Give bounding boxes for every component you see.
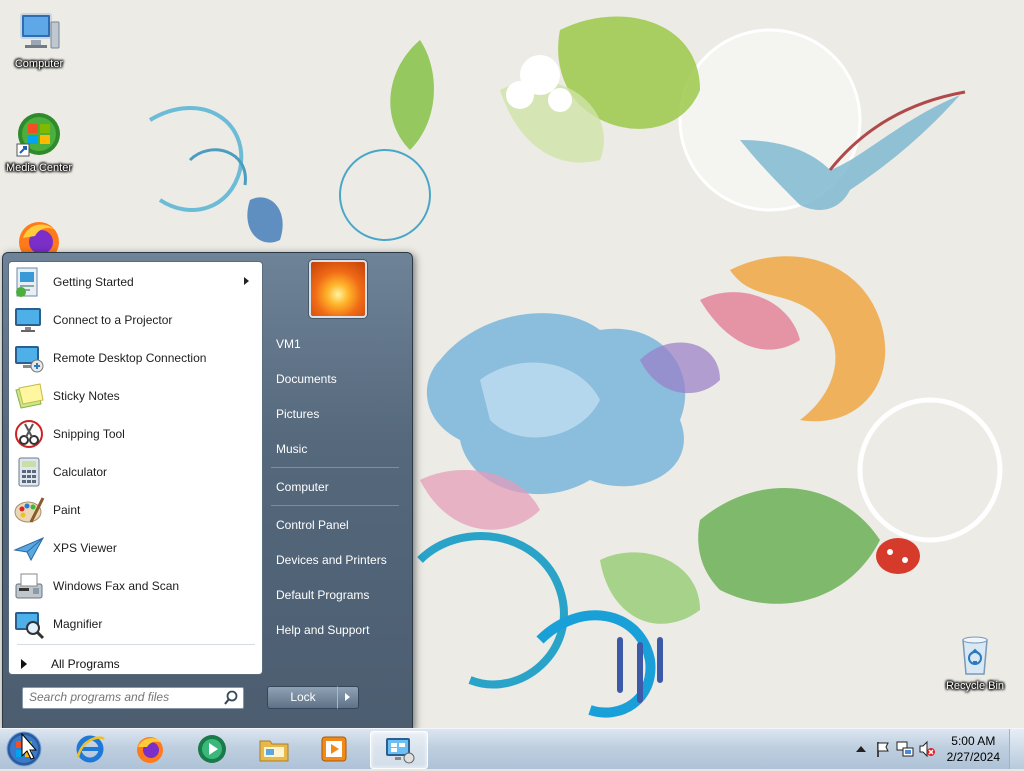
right-item-default-programs[interactable]: Default Programs xyxy=(276,588,369,602)
program-label: Windows Fax and Scan xyxy=(53,579,180,593)
recycle-bin-icon xyxy=(951,630,999,678)
program-sticky-notes[interactable]: Sticky Notes xyxy=(13,378,257,414)
firefox-icon xyxy=(15,216,63,252)
paint-icon xyxy=(13,494,45,526)
program-magnifier[interactable]: Magnifier xyxy=(13,606,257,642)
desktop-icon-firefox[interactable] xyxy=(0,216,78,252)
program-label: Paint xyxy=(53,503,81,517)
chevron-right-icon xyxy=(345,693,350,701)
media-player-icon xyxy=(196,733,228,765)
right-item-user[interactable]: VM1 xyxy=(276,337,301,351)
start-menu-programs-pane: Getting Started Connect to a Projector R… xyxy=(8,261,263,675)
control-panel-icon xyxy=(383,734,415,766)
separator xyxy=(271,505,399,506)
taskbar-control-panel[interactable] xyxy=(370,731,428,769)
separator xyxy=(271,467,399,468)
taskbar-media-player[interactable] xyxy=(184,731,240,767)
shutdown-options-button[interactable] xyxy=(337,686,359,709)
remote-desktop-icon xyxy=(13,342,45,374)
right-item-devices-printers[interactable]: Devices and Printers xyxy=(276,553,387,567)
program-label: Calculator xyxy=(53,465,108,479)
sticky-notes-icon xyxy=(13,380,45,412)
program-connect-projector[interactable]: Connect to a Projector xyxy=(13,302,257,338)
program-label: Magnifier xyxy=(53,617,103,631)
program-paint[interactable]: Paint xyxy=(13,492,257,528)
clock-date: 2/27/2024 xyxy=(946,750,1000,764)
start-button[interactable] xyxy=(4,730,44,768)
taskbar-clock[interactable]: 5:00 AM 2/27/2024 xyxy=(947,733,1000,765)
getting-started-icon xyxy=(13,266,45,298)
snipping-tool-icon xyxy=(13,418,45,450)
network-icon[interactable] xyxy=(896,740,914,758)
program-xps-viewer[interactable]: XPS Viewer xyxy=(13,530,257,566)
program-calculator[interactable]: Calculator xyxy=(13,454,257,490)
desktop-icon-computer[interactable]: Computer xyxy=(0,8,78,70)
program-snipping-tool[interactable]: Snipping Tool xyxy=(13,416,257,452)
all-programs-label: All Programs xyxy=(51,657,120,671)
action-center-flag-icon[interactable] xyxy=(874,740,892,758)
program-label: Connect to a Projector xyxy=(53,313,173,327)
clock-time: 5:00 AM xyxy=(951,734,996,748)
lock-button[interactable]: Lock xyxy=(267,686,339,709)
taskbar-firefox[interactable] xyxy=(122,731,178,767)
desktop-icon-label: Computer xyxy=(14,58,64,70)
program-label: XPS Viewer xyxy=(53,541,117,555)
desktop-icon-recycle-bin[interactable]: Recycle Bin xyxy=(936,630,1014,692)
search-input[interactable] xyxy=(23,688,225,706)
search-box xyxy=(22,687,244,709)
projector-icon xyxy=(13,304,45,336)
program-remote-desktop[interactable]: Remote Desktop Connection xyxy=(13,340,257,376)
separator xyxy=(17,644,255,645)
media-center-icon xyxy=(15,112,63,160)
desktop-icon-label: Recycle Bin xyxy=(945,680,1005,692)
magnifier-icon xyxy=(13,608,45,640)
program-label: Sticky Notes xyxy=(53,389,120,403)
computer-icon xyxy=(15,8,63,56)
volume-muted-icon[interactable] xyxy=(918,740,936,758)
right-item-documents[interactable]: Documents xyxy=(276,372,337,386)
show-hidden-icons-icon[interactable] xyxy=(852,740,870,758)
start-menu: Getting Started Connect to a Projector R… xyxy=(2,252,413,730)
right-item-pictures[interactable]: Pictures xyxy=(276,407,319,421)
submenu-arrow-icon xyxy=(244,277,249,285)
system-tray: 5:00 AM 2/27/2024 xyxy=(834,729,1024,769)
taskbar-internet-explorer[interactable] xyxy=(62,731,118,767)
windows-logo-icon xyxy=(6,731,42,767)
user-avatar[interactable] xyxy=(309,260,367,318)
fax-scan-icon xyxy=(13,570,45,602)
right-item-computer[interactable]: Computer xyxy=(276,480,329,494)
show-desktop-button[interactable] xyxy=(1009,729,1024,769)
file-explorer-icon xyxy=(258,733,290,765)
xps-viewer-icon xyxy=(13,532,45,564)
taskbar-video-player[interactable] xyxy=(306,731,362,767)
program-getting-started[interactable]: Getting Started xyxy=(13,264,257,300)
calculator-icon xyxy=(13,456,45,488)
right-item-help-support[interactable]: Help and Support xyxy=(276,623,369,637)
video-player-icon xyxy=(318,733,350,765)
program-label: Getting Started xyxy=(53,275,134,289)
taskbar: 5:00 AM 2/27/2024 xyxy=(0,728,1024,769)
search-icon[interactable] xyxy=(223,690,239,706)
chevron-right-icon xyxy=(21,659,27,669)
desktop-icon-label: Media Center xyxy=(5,162,73,174)
taskbar-file-explorer[interactable] xyxy=(246,731,302,767)
program-label: Remote Desktop Connection xyxy=(53,351,207,365)
right-item-control-panel[interactable]: Control Panel xyxy=(276,518,349,532)
all-programs-button[interactable]: All Programs xyxy=(19,654,120,674)
program-fax-scan[interactable]: Windows Fax and Scan xyxy=(13,568,257,604)
right-item-music[interactable]: Music xyxy=(276,442,307,456)
internet-explorer-icon xyxy=(74,733,106,765)
program-label: Snipping Tool xyxy=(53,427,125,441)
firefox-icon xyxy=(134,733,166,765)
desktop-icon-media-center[interactable]: Media Center xyxy=(0,112,78,174)
